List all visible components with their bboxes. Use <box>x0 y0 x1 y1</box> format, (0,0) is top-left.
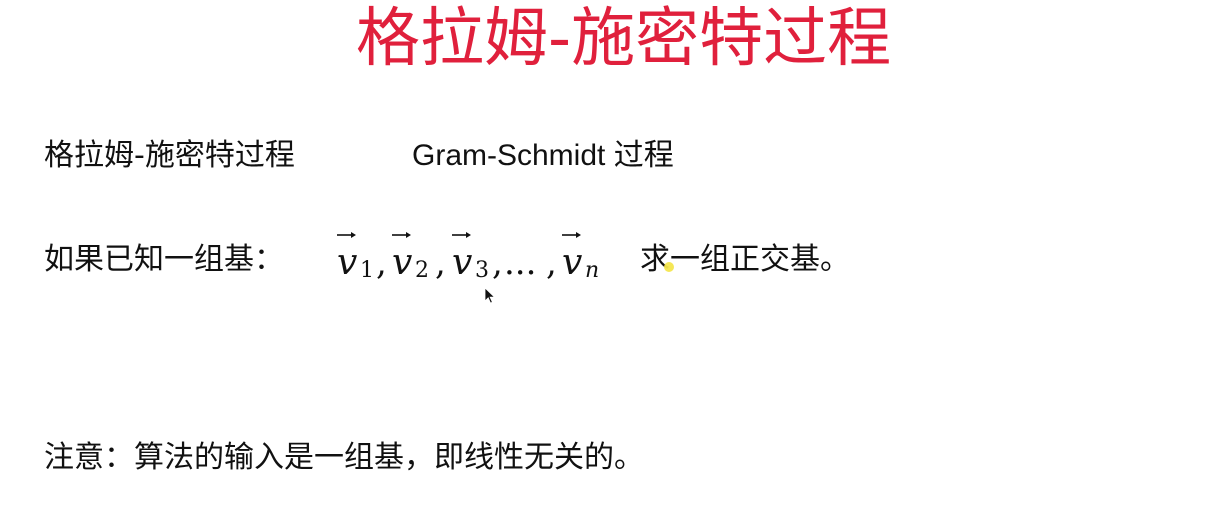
vector-symbol: v <box>562 242 582 283</box>
slide: 格拉姆-施密特过程 格拉姆-施密特过程 Gram-Schmidt 过程 如果已知… <box>0 0 1206 517</box>
vector-formula-svg: v 1 , v 2 , v 3 , ... , v n <box>337 232 599 283</box>
highlight-dot-icon <box>664 262 674 272</box>
vector-subscript: 1 <box>360 258 374 283</box>
english-term: Gram-Schmidt 过程 <box>412 139 674 172</box>
vector-vn: v n <box>562 232 599 283</box>
vector-subscript: 2 <box>415 258 429 283</box>
vector-symbol: v <box>392 242 412 283</box>
comma-separator: , <box>546 243 557 283</box>
comma-separator: , <box>376 243 387 283</box>
vector-subscript: 3 <box>475 258 489 283</box>
comma-separator: , <box>492 243 503 283</box>
arrow-cursor-icon <box>484 287 496 305</box>
vector-v1: v 1 <box>337 232 374 283</box>
vector-symbol: v <box>337 242 357 283</box>
vector-v3: v 3 <box>452 232 489 283</box>
note-text: 注意：算法的输入是一组基，即线性无关的。 <box>44 440 644 475</box>
vector-formula: v 1 , v 2 , v 3 , ... , v n <box>334 226 624 292</box>
slide-title: 格拉姆-施密特过程 <box>356 2 892 76</box>
orthogonal-basis-goal: 求一组正交基。 <box>640 242 850 277</box>
basis-intro: 如果已知一组基： <box>44 242 284 277</box>
chinese-term: 格拉姆-施密特过程 <box>44 138 295 173</box>
comma-separator: , <box>435 243 446 283</box>
vector-v2: v 2 <box>392 232 429 283</box>
ellipsis: ... <box>504 243 536 283</box>
vector-symbol: v <box>452 242 472 283</box>
vector-subscript: n <box>585 258 599 283</box>
